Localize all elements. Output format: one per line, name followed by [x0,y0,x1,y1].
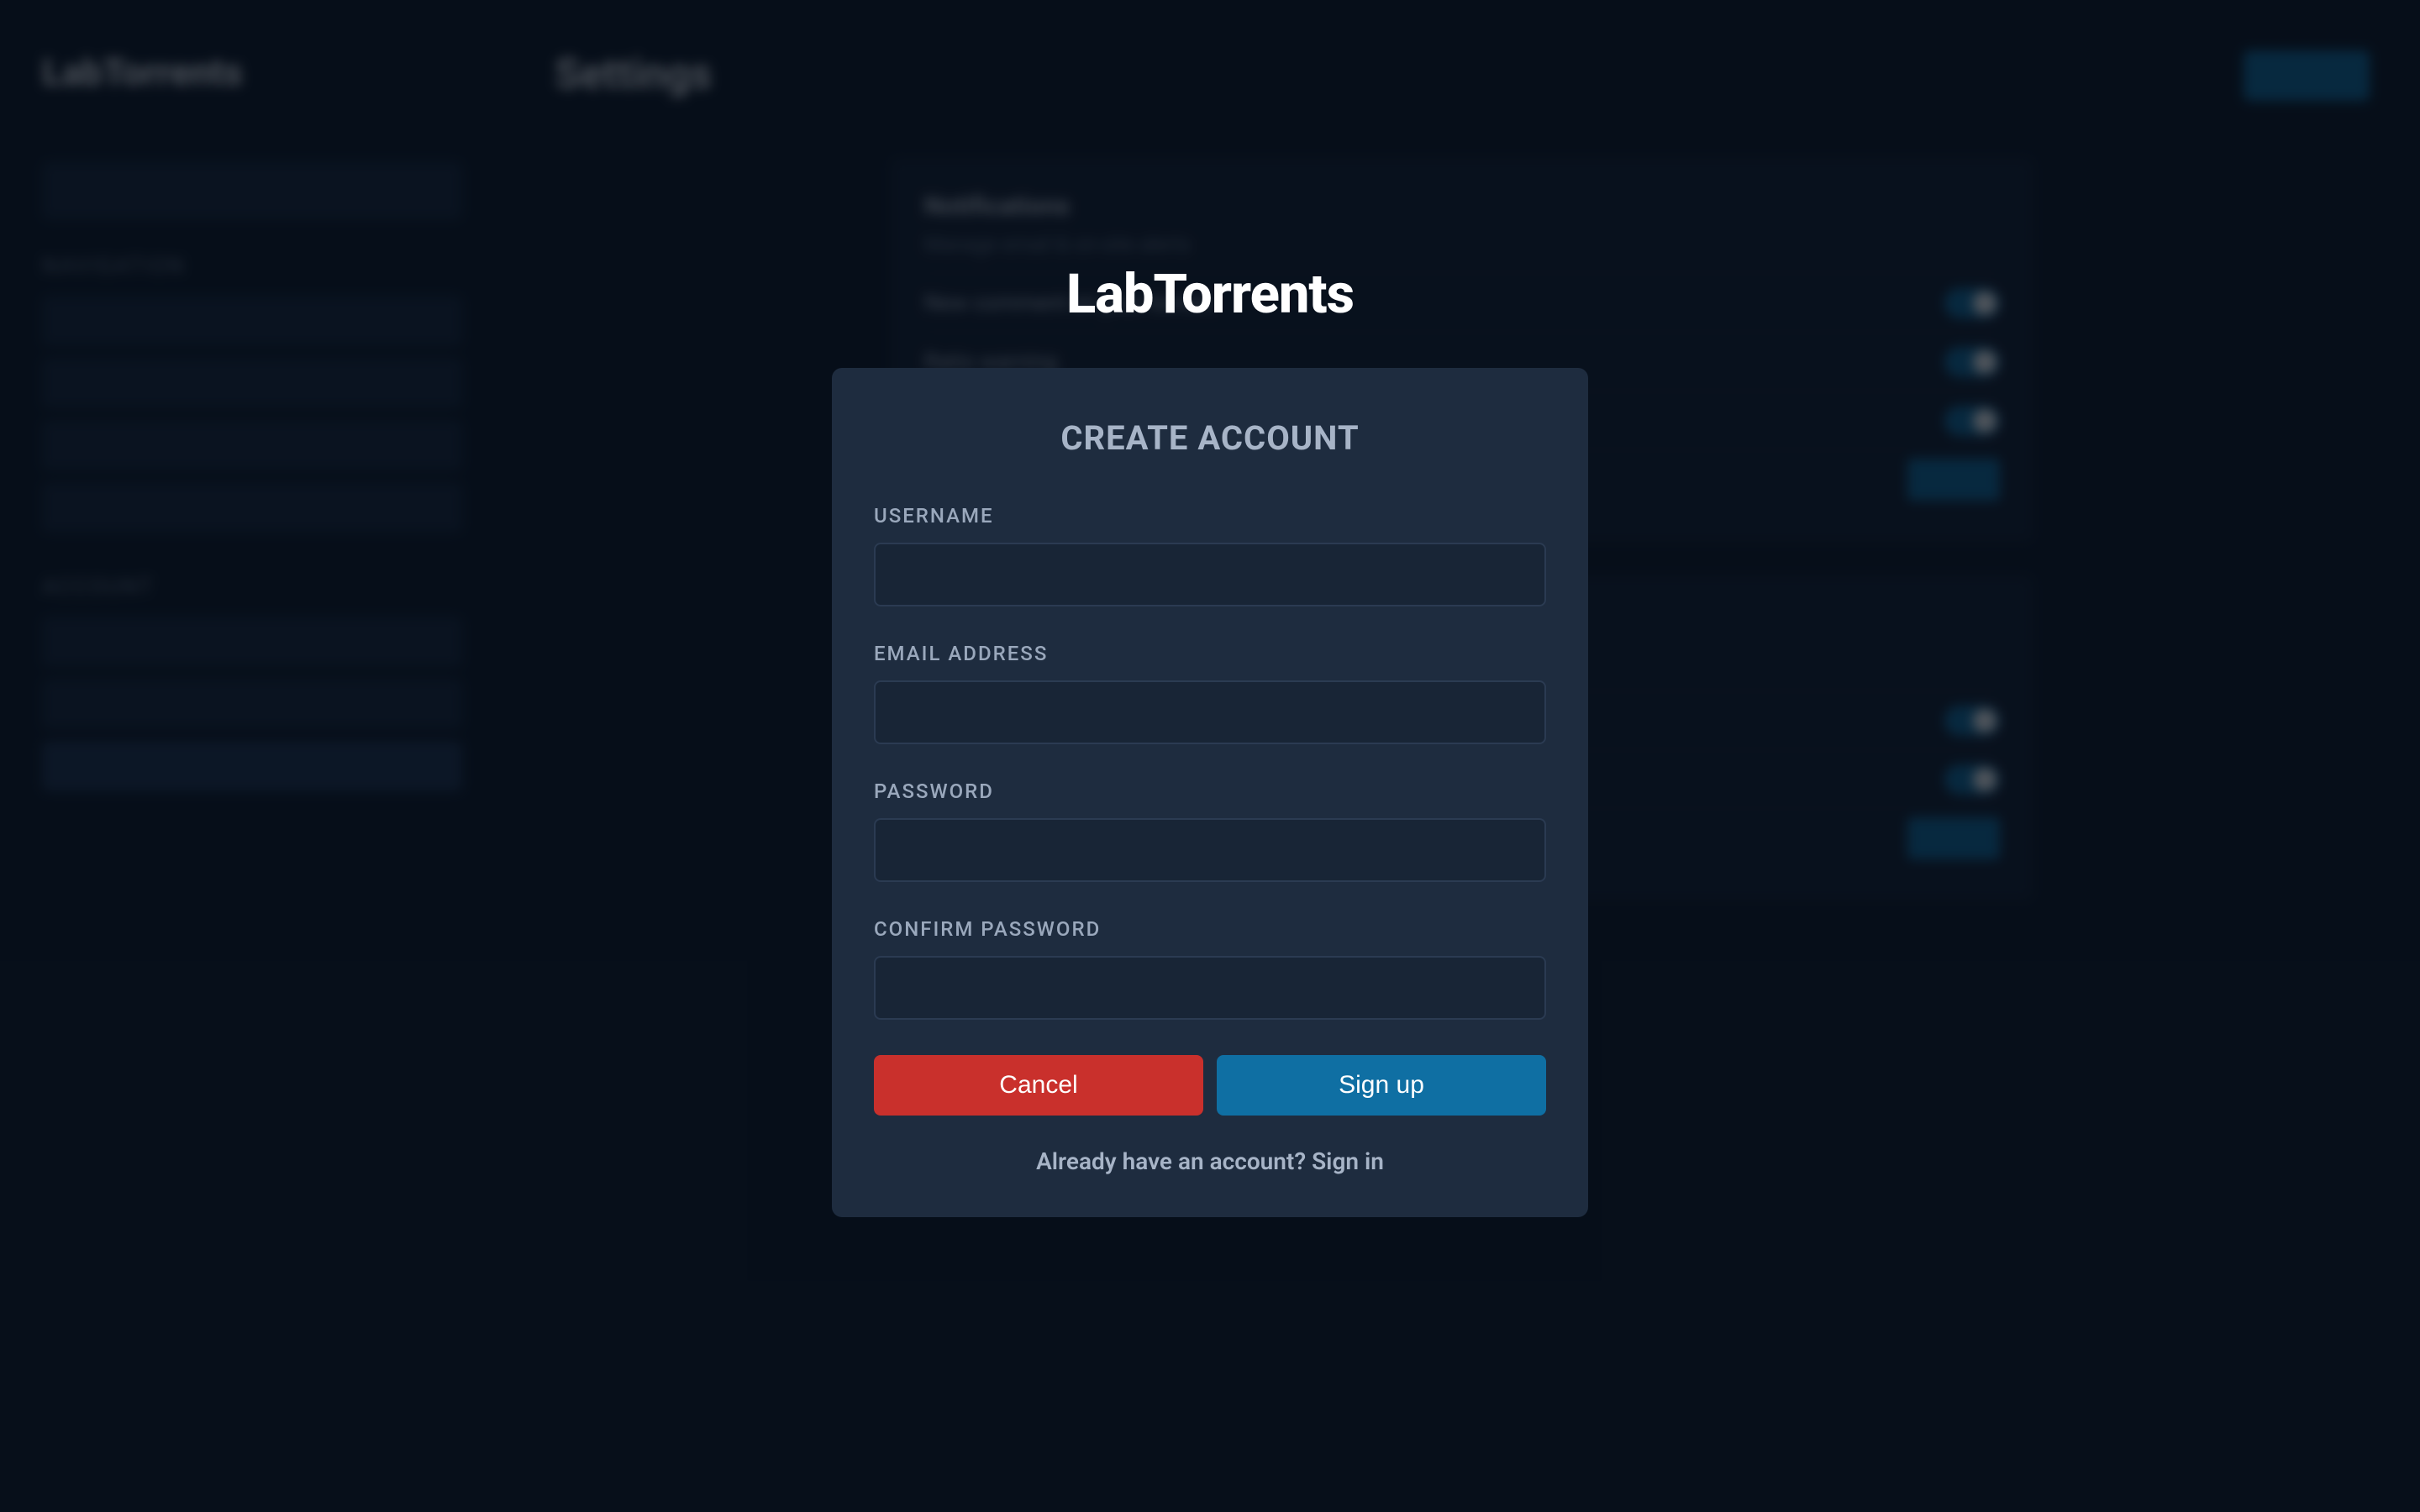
form-group-confirm-password: Confirm Password [874,917,1546,1020]
modal-logo: LabTorrents [1066,262,1354,326]
email-label: Email Address [874,642,1546,665]
create-account-modal: Create Account Username Email Address Pa… [832,368,1588,1217]
email-input[interactable] [874,680,1546,744]
modal-button-row: Cancel Sign up [874,1055,1546,1116]
signin-link[interactable]: Already have an account? Sign in [874,1147,1546,1175]
confirm-password-input[interactable] [874,956,1546,1020]
confirm-password-label: Confirm Password [874,917,1546,941]
form-group-password: Password [874,780,1546,882]
username-label: Username [874,504,1546,528]
cancel-button[interactable]: Cancel [874,1055,1203,1116]
username-input[interactable] [874,543,1546,606]
password-input[interactable] [874,818,1546,882]
password-label: Password [874,780,1546,803]
signup-button[interactable]: Sign up [1217,1055,1546,1116]
form-group-email: Email Address [874,642,1546,744]
modal-wrapper: LabTorrents Create Account Username Emai… [0,0,2420,1495]
modal-title: Create Account [874,418,1546,458]
form-group-username: Username [874,504,1546,606]
